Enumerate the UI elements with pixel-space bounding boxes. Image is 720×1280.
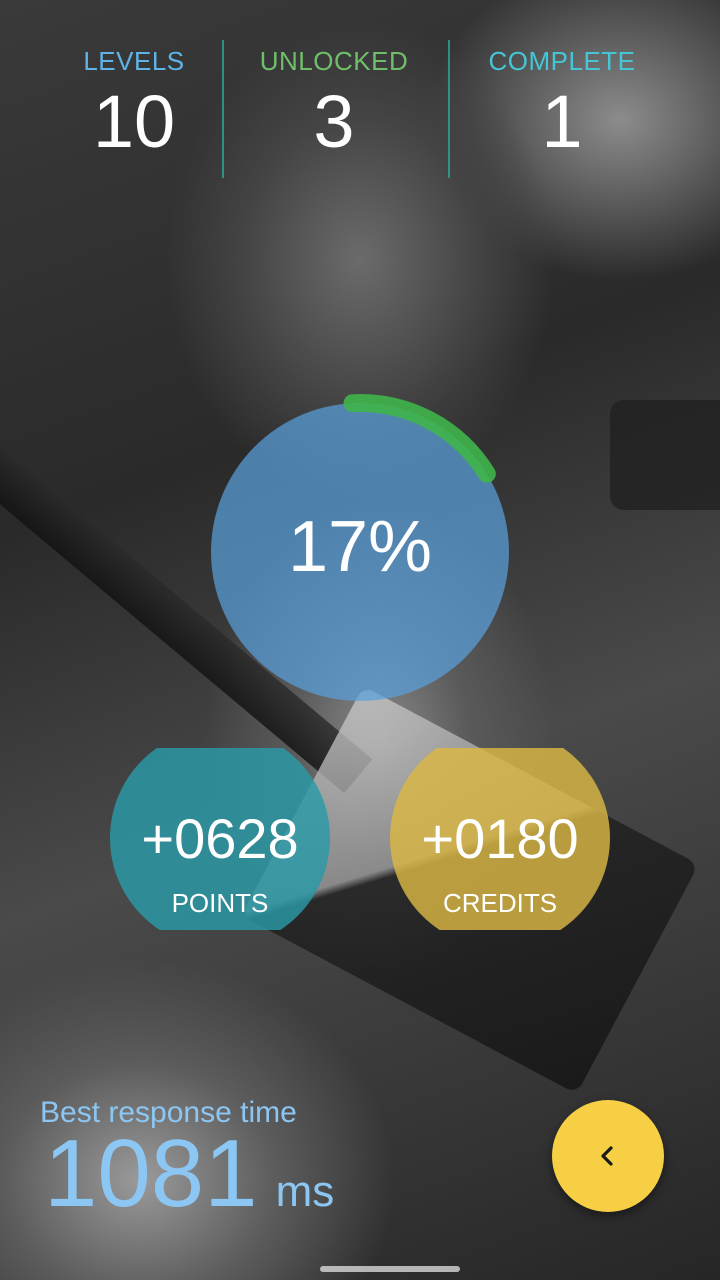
credits-label: CREDITS [442, 888, 558, 918]
stat-unlocked-label: UNLOCKED [259, 46, 409, 76]
stat-levels-label: LEVELS [83, 46, 185, 76]
best-response-time: Best response time 1081 ms [40, 1096, 520, 1222]
points-value: +0628 [141, 807, 299, 870]
credits-value: +0180 [421, 807, 579, 870]
stats-divider [222, 40, 224, 178]
stat-unlocked-value: 3 [313, 80, 355, 163]
home-indicator [320, 1266, 460, 1272]
stat-levels-value: 10 [92, 80, 176, 163]
back-button[interactable] [552, 1100, 664, 1212]
best-response-row: 1081 ms [40, 1126, 520, 1222]
stat-complete-value: 1 [541, 80, 583, 163]
credits-bubble: +0180 CREDITS [390, 748, 610, 930]
chevron-left-icon [601, 1146, 613, 1166]
stats-header: LEVELS 10 UNLOCKED 3 COMPLETE 1 [0, 40, 720, 180]
stat-unlocked: UNLOCKED 3 [234, 40, 434, 159]
points-bubble: +0628 POINTS [110, 748, 330, 930]
best-response-value: 1081 [44, 1120, 258, 1227]
progress-percent: 17% [287, 507, 433, 587]
progress-circle: 17% [200, 380, 520, 710]
stat-levels: LEVELS 10 [34, 40, 234, 159]
stats-divider [448, 40, 450, 178]
headstock-shape [610, 400, 720, 510]
stat-complete: COMPLETE 1 [462, 40, 662, 159]
stat-complete-label: COMPLETE [488, 46, 636, 76]
points-label: POINTS [171, 888, 269, 918]
best-response-unit: ms [275, 1167, 335, 1216]
